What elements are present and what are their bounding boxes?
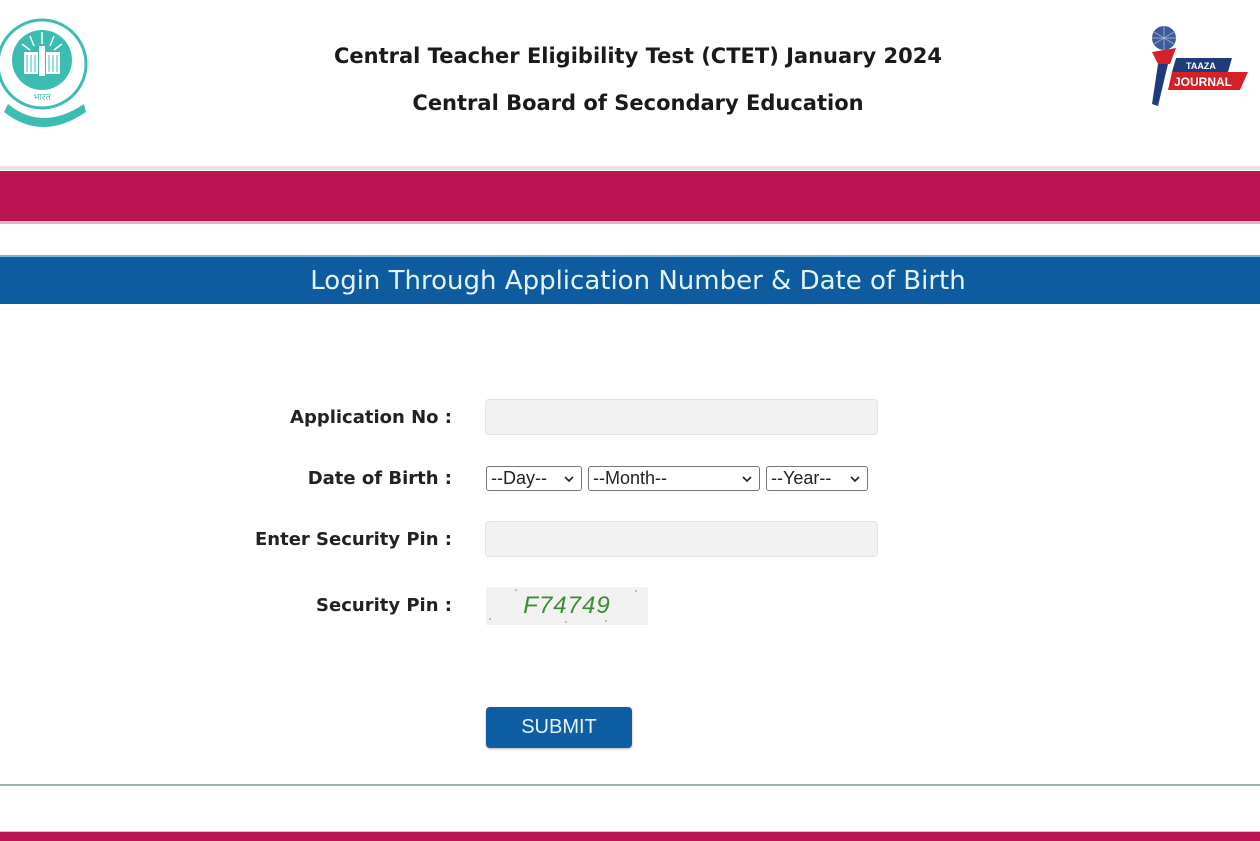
enter-security-pin-label: Enter Security Pin : xyxy=(254,529,452,550)
nav-banner xyxy=(0,171,1260,224)
login-banner-title: Login Through Application Number & Date … xyxy=(310,265,966,296)
dob-day-select[interactable]: --Day-- xyxy=(486,466,582,491)
application-no-input[interactable] xyxy=(485,399,878,435)
logo-text-journal: JOURNAL xyxy=(1174,75,1232,89)
security-pin-input[interactable] xyxy=(485,521,878,557)
application-no-label: Application No : xyxy=(290,407,452,428)
chevron-down-icon xyxy=(850,475,860,482)
captcha-code: F74749 xyxy=(523,592,611,619)
captcha-image: F74749 xyxy=(486,587,648,625)
submit-button[interactable]: SUBMIT xyxy=(486,707,632,748)
security-pin-label: Security Pin : xyxy=(316,595,452,616)
cbse-emblem-logo: भारत xyxy=(0,18,88,127)
login-banner: Login Through Application Number & Date … xyxy=(0,255,1260,304)
chevron-down-icon xyxy=(564,475,574,482)
dob-year-value: --Year-- xyxy=(771,468,832,488)
chevron-down-icon xyxy=(742,475,752,482)
dob-year-select[interactable]: --Year-- xyxy=(766,466,868,491)
dob-month-select[interactable]: --Month-- xyxy=(588,466,760,491)
taaza-journal-logo: TAAZA JOURNAL xyxy=(1152,26,1248,106)
dob-month-value: --Month-- xyxy=(593,468,668,488)
page-subtitle: Central Board of Secondary Education xyxy=(412,91,864,115)
header-divider xyxy=(0,166,1260,170)
page-header: भारत Central Teacher Eligibility Test (C… xyxy=(0,0,1260,168)
page-title: Central Teacher Eligibility Test (CTET) … xyxy=(334,44,942,68)
dob-day-value: --Day-- xyxy=(491,468,547,488)
footer-divider xyxy=(0,784,1260,786)
logo-text-taaza: TAAZA xyxy=(1186,61,1216,71)
dob-label: Date of Birth : xyxy=(307,468,452,489)
